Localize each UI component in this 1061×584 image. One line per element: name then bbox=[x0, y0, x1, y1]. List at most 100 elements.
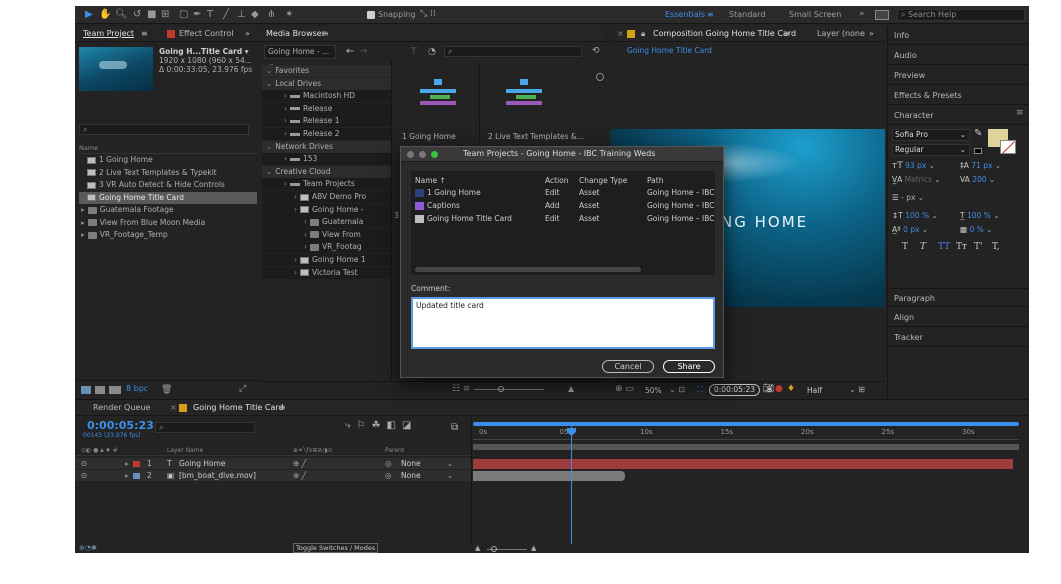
eye-icon[interactable]: ⊙ bbox=[81, 458, 87, 469]
tracking-field[interactable]: VA 200 ⌄ bbox=[960, 174, 1026, 186]
pen-tool-icon[interactable]: ✒ bbox=[193, 8, 201, 21]
timeline-menu-icon[interactable]: ≡ bbox=[279, 400, 286, 415]
tab-team-project[interactable]: Team Project bbox=[83, 26, 134, 41]
tree-item-drive[interactable]: › Team Projects bbox=[262, 178, 391, 191]
chevron-icon[interactable]: › bbox=[304, 242, 307, 251]
puppet-tool-icon[interactable]: ✶ bbox=[285, 8, 293, 21]
pan-behind-tool-icon[interactable]: ⊞ bbox=[161, 8, 169, 21]
tree-item-comp[interactable]: › ABV Demo Pro bbox=[262, 191, 391, 203]
help-search-input[interactable]: ⌕ Search Help bbox=[897, 9, 1025, 21]
tab-timeline-comp[interactable]: Going Home Title Card bbox=[193, 400, 284, 415]
chevron-icon[interactable]: › bbox=[284, 91, 287, 100]
tab-layer[interactable]: Layer (none bbox=[817, 26, 865, 41]
font-size-field[interactable]: ᴛT 93 px ⌄ bbox=[892, 160, 952, 172]
snap-icon[interactable]: ⤡ ⁞⁞ bbox=[420, 8, 436, 21]
rotate-tool-icon[interactable]: ↺ bbox=[133, 8, 141, 21]
tree-item-drive[interactable]: › Release 2 bbox=[262, 128, 391, 140]
chevron-icon[interactable]: ⌄ bbox=[266, 167, 272, 176]
column-header-name[interactable]: Name bbox=[79, 142, 257, 154]
tree-item-comp[interactable]: › Victoria Test bbox=[262, 266, 391, 279]
tree-item-drive[interactable]: › 153 bbox=[262, 153, 391, 166]
show-channel-icon[interactable]: ● bbox=[775, 384, 783, 394]
comp-overflow[interactable]: » bbox=[869, 26, 874, 41]
tab-composition[interactable]: Composition Going Home Title Card bbox=[653, 26, 796, 41]
baseline-shift-field[interactable]: A̲ª 0 px ⌄ bbox=[892, 224, 956, 236]
resolution-value[interactable]: Half bbox=[807, 386, 822, 395]
brush-tool-icon[interactable]: ╱ bbox=[223, 8, 229, 21]
eye-icon[interactable]: ⊙ bbox=[81, 470, 87, 481]
layer-name-header[interactable]: Layer Name bbox=[167, 446, 203, 456]
zoom-slider[interactable] bbox=[474, 389, 544, 390]
panel-character[interactable]: Character bbox=[888, 106, 1028, 125]
media-search-input[interactable]: ⌕ bbox=[444, 46, 582, 57]
leading-field[interactable]: ‡A 71 px ⌄ bbox=[960, 160, 1026, 172]
chevron-icon[interactable]: › bbox=[304, 217, 307, 226]
chevron-icon[interactable]: › bbox=[284, 116, 287, 125]
timeline-search-input[interactable]: ⌕ bbox=[155, 422, 255, 433]
col-header-action[interactable]: Action bbox=[545, 175, 569, 187]
view-icon[interactable]: ◔ bbox=[428, 47, 436, 57]
type-style-button-5[interactable]: T' bbox=[974, 242, 982, 252]
hand-tool-icon[interactable]: ✋ bbox=[99, 8, 111, 21]
comp-sub-tab[interactable]: Going Home Title Card bbox=[627, 45, 712, 57]
rectangle-tool-icon[interactable]: ▢ bbox=[179, 8, 188, 21]
panel-tracker[interactable]: Tracker bbox=[888, 328, 1028, 347]
project-item[interactable]: 3 VR Auto Detect & Hide Controls bbox=[79, 179, 257, 191]
timeline-timecode[interactable]: 0:00:05:23 bbox=[87, 419, 154, 432]
pickwhip-icon[interactable]: ◎ bbox=[385, 470, 392, 481]
zoom-tool-icon[interactable]: 🔍︎ bbox=[115, 8, 128, 21]
tab-render-queue[interactable]: Render Queue bbox=[93, 400, 150, 415]
stroke-color-swatch[interactable] bbox=[1000, 140, 1016, 154]
tree-item-folder[interactable]: › VR_Footag bbox=[262, 241, 391, 254]
col-header-change-type[interactable]: Change Type bbox=[579, 175, 627, 187]
timeline-footer-icons[interactable]: ⊕◔✱ bbox=[79, 544, 97, 552]
layer-row[interactable]: ⊙ ▸ 2 ▣ [bm_boat_dive.mov] ⊕ ╱ ◎ None ⌄ bbox=[75, 470, 471, 481]
panel-audio[interactable]: Audio bbox=[888, 46, 1028, 65]
current-time-display[interactable]: 0:00:05:23 bbox=[709, 384, 760, 396]
workspace-standard[interactable]: Standard bbox=[729, 8, 765, 21]
resolution-dropdown-icon[interactable]: ⌄ ⊞ bbox=[849, 385, 865, 394]
project-item[interactable]: 1 Going Home bbox=[79, 154, 257, 166]
change-row[interactable]: 1 Going Home Edit Asset Going Home – IBC bbox=[411, 187, 715, 199]
media-browser-menu-icon[interactable]: ≡ bbox=[322, 26, 329, 41]
project-item[interactable]: ▸ View From Blue Moon Media bbox=[79, 217, 257, 229]
change-row[interactable]: Going Home Title Card Edit Asset Going Home… bbox=[411, 213, 715, 225]
horizontal-scale-field[interactable]: T̲ 100 % ⌄ bbox=[960, 210, 1026, 222]
parent-value[interactable]: None bbox=[401, 458, 421, 469]
layer-1-bar[interactable] bbox=[473, 459, 1013, 469]
tree-item-section[interactable]: ⌄ Favorites bbox=[262, 65, 391, 77]
always-preview-icon[interactable]: ⊕ ▭ bbox=[615, 384, 634, 394]
path-dropdown[interactable]: Going Home - ... ⌄ bbox=[264, 45, 336, 68]
tree-item-drive[interactable]: › Macintosh HD bbox=[262, 90, 391, 103]
toggle-switches-button[interactable]: Toggle Switches / Modes bbox=[293, 543, 379, 553]
chevron-icon[interactable]: › bbox=[284, 154, 287, 163]
workspace-essentials[interactable]: Essentials bbox=[665, 8, 705, 21]
project-item[interactable]: Going Home Title Card bbox=[79, 191, 257, 204]
magnification-dropdown-icon[interactable]: ⌄ ⊡ bbox=[669, 385, 685, 394]
resize-handle-icon[interactable]: ⤢ bbox=[239, 384, 246, 394]
project-item[interactable]: ▸ Guatemala Footage bbox=[79, 204, 257, 216]
sync-settings-icon[interactable] bbox=[875, 10, 889, 20]
time-ruler[interactable]: 0s 05s 10s 15s 20s 25s 30s bbox=[473, 428, 1019, 440]
chevron-icon[interactable]: ⌄ bbox=[266, 142, 272, 151]
minimize-window-icon[interactable] bbox=[419, 151, 426, 158]
layer-2-bar[interactable] bbox=[473, 471, 625, 481]
close-tab-icon[interactable]: × bbox=[170, 400, 177, 415]
col-header-name[interactable]: Name ↑ bbox=[415, 175, 446, 187]
font-style-dropdown[interactable]: Regular ⌄ bbox=[892, 144, 970, 156]
label-color-swatch[interactable] bbox=[133, 461, 140, 467]
expand-icon[interactable]: ▸ bbox=[125, 458, 129, 469]
parent-header[interactable]: Parent bbox=[385, 446, 404, 456]
zoom-slider-knob[interactable] bbox=[498, 386, 504, 392]
panel-align[interactable]: Align bbox=[888, 308, 1028, 327]
panel-info[interactable]: Info bbox=[888, 26, 1028, 45]
tab-media-browser[interactable]: Media Browser bbox=[266, 26, 325, 41]
chevron-icon[interactable]: › bbox=[294, 255, 297, 264]
snapshot-icon[interactable]: 📷︎ bbox=[763, 384, 774, 394]
cancel-button[interactable]: Cancel bbox=[602, 360, 654, 373]
camera-tool-icon[interactable]: ■ bbox=[147, 8, 156, 21]
workspace-small-screen[interactable]: Small Screen bbox=[789, 8, 841, 21]
type-tool-icon[interactable]: T bbox=[207, 8, 213, 21]
disclosure-triangle-icon[interactable]: ▸ bbox=[81, 230, 85, 239]
lock-icon[interactable]: 🔒︎ bbox=[641, 26, 645, 41]
